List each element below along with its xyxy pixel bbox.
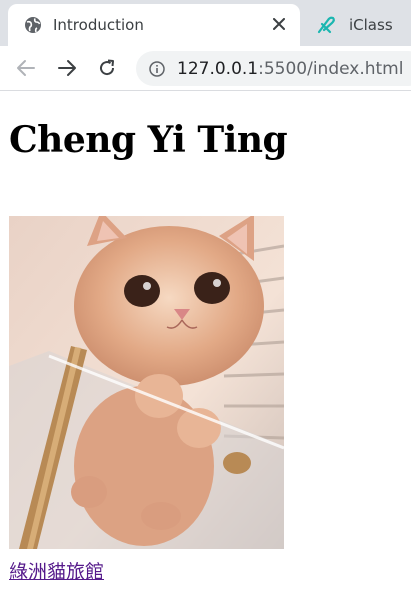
browser-toolbar: 127.0.0.1:5500/index.html xyxy=(0,46,411,91)
page-content: Cheng Yi Ting 綠洲貓旅館 xyxy=(0,92,411,596)
reload-icon xyxy=(100,59,115,76)
back-button[interactable] xyxy=(13,55,39,81)
tab-introduction[interactable]: Introduction xyxy=(8,4,300,46)
url-host: 127.0.0.1 xyxy=(177,58,259,79)
globe-icon xyxy=(24,16,42,34)
tab-strip: Introduction iClass xyxy=(0,0,411,46)
url-path: :5500/index.html xyxy=(258,58,404,79)
info-icon[interactable] xyxy=(149,60,165,77)
arrow-left-icon xyxy=(17,60,35,76)
iclass-logo-icon xyxy=(316,15,338,35)
cat-hotel-link[interactable]: 綠洲貓旅館 xyxy=(9,557,104,584)
kitten-photo xyxy=(9,216,284,549)
close-tab-icon[interactable] xyxy=(270,15,288,33)
tab-title: iClass xyxy=(349,16,393,34)
tab-title: Introduction xyxy=(53,16,144,34)
reload-button[interactable] xyxy=(94,55,120,81)
address-bar[interactable]: 127.0.0.1:5500/index.html xyxy=(136,51,411,86)
tab-iclass[interactable]: iClass xyxy=(306,4,411,46)
forward-button[interactable] xyxy=(54,55,80,81)
arrow-right-icon xyxy=(58,60,76,76)
page-heading: Cheng Yi Ting xyxy=(9,119,288,161)
